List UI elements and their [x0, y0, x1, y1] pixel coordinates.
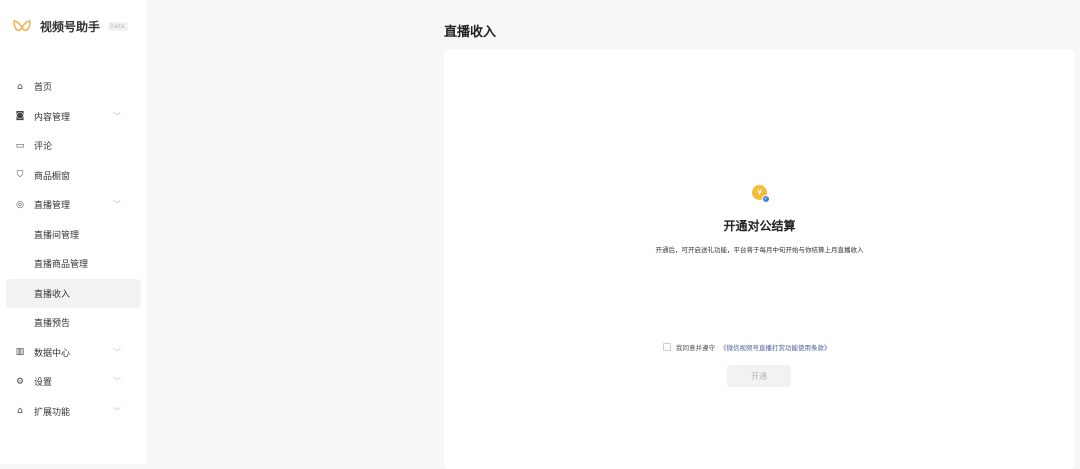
sidebar-item[interactable]: ⌂ 扩展功能 ﹀: [0, 397, 141, 427]
sidebar-item-label: 首页: [34, 83, 53, 94]
gear-icon: ⚙: [15, 376, 25, 387]
sidebar-item-label: 设置: [34, 378, 53, 389]
verified-check-icon: ✓: [762, 195, 770, 203]
sidebar-item[interactable]: 直播预告: [0, 308, 141, 338]
bag-icon: ⛉: [16, 170, 24, 181]
sidebar-item-label: 内容管理: [34, 112, 71, 123]
sidebar-item[interactable]: ◙ 内容管理 ﹀: [0, 102, 141, 132]
logo: 视频号助手 beta: [12, 18, 128, 35]
sidebar-item[interactable]: ◎ 直播管理 ﹀: [0, 190, 141, 220]
sidebar-item-label: 直播商品管理: [34, 260, 89, 271]
sidebar-item-label: 数据中心: [34, 348, 71, 359]
activate-button[interactable]: 开通: [727, 365, 791, 387]
comment-icon: ▭: [15, 140, 25, 151]
sidebar-item[interactable]: ▥ 数据中心 ﹀: [0, 338, 141, 368]
app-name: 视频号助手: [40, 20, 101, 34]
chart-icon: ▥: [15, 347, 25, 358]
sidebar-item-label: 扩展功能: [34, 407, 71, 418]
chevron-down-icon[interactable]: ﹀: [113, 347, 121, 358]
sidebar-item[interactable]: ⌂ 首页: [0, 72, 141, 102]
sidebar-item-label: 评论: [34, 142, 53, 153]
agree-checkbox[interactable]: [663, 343, 671, 351]
sidebar-item-label: 直播管理: [34, 201, 71, 212]
sidebar-item[interactable]: ⛉ 商品橱窗: [0, 161, 141, 191]
chevron-down-icon[interactable]: ﹀: [113, 111, 121, 122]
section-description: 开通后，可开启送礼功能，平台将于每月中旬开始与你结算上月直播收入: [655, 246, 864, 254]
terms-link[interactable]: 《微信视频号直播打赏功能使用条款》: [720, 342, 831, 352]
beta-badge: beta: [108, 22, 128, 31]
camera-icon: ◙: [15, 111, 25, 122]
home-icon: ⌂: [17, 81, 23, 92]
content-card: [444, 49, 1075, 469]
sidebar-item[interactable]: ▭ 评论: [0, 131, 141, 161]
puzzle-icon: ⌂: [17, 406, 23, 417]
chevron-down-icon[interactable]: ﹀: [113, 376, 121, 387]
sidebar-item-label: 直播收入: [34, 289, 71, 300]
sidebar-item[interactable]: 直播收入: [6, 278, 141, 308]
agree-text: 我同意并遵守: [676, 344, 715, 352]
sidebar-item-label: 商品橱窗: [34, 171, 71, 182]
logo-icon: [13, 19, 31, 31]
sidebar-item[interactable]: ⚙ 设置 ﹀: [0, 367, 141, 397]
page-title: 直播收入: [444, 25, 497, 40]
agreement-row: 我同意并遵守 《微信视频号直播打赏功能使用条款》: [663, 342, 831, 352]
chevron-down-icon[interactable]: ﹀: [113, 406, 121, 417]
section-heading: 开通对公结算: [723, 219, 796, 233]
chevron-down-icon[interactable]: ﹀: [113, 199, 121, 210]
live-icon: ◎: [16, 199, 24, 210]
sidebar-item-label: 直播预告: [34, 319, 71, 330]
